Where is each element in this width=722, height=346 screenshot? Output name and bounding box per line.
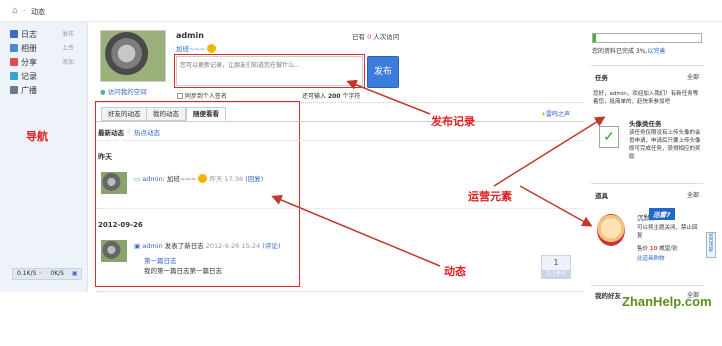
sidebar: 日志 发布相册 上传分享 添加记录广播 导航 0.1K/S ⚡ 0K/S ▣	[0, 22, 88, 292]
visit-space-link[interactable]: ● 访问我的空间	[100, 86, 147, 96]
back-to-top-tab[interactable]: 返回顶部	[706, 232, 716, 258]
sidebar-item-4[interactable]: 广播	[10, 85, 82, 97]
sidebar-item-label: 日志	[21, 30, 37, 39]
feed-avatar[interactable]	[101, 240, 127, 262]
feed-group-yesterday: 昨天	[98, 153, 112, 161]
tab-0[interactable]: 好友的动态	[101, 107, 148, 121]
sidebar-item-3[interactable]: 记录	[10, 71, 82, 83]
settings-icon[interactable]: ▣	[72, 270, 78, 277]
props-all-link[interactable]: 全部	[687, 190, 699, 199]
sidebar-item-action[interactable]: 发布	[62, 29, 74, 41]
share-icon	[10, 58, 18, 66]
progress-text: 您的资料已完成 3%,以完善	[592, 48, 666, 55]
task-intro: 您好，admin，欢迎加入我们！有新任务等着您，挺简单的，赶快来参加吧	[593, 91, 699, 105]
tab-2[interactable]: 随便看看	[186, 107, 226, 121]
char-counter: 还可输入 200 个字符	[302, 93, 361, 100]
top-bar: ⌂ › 动态	[0, 0, 722, 22]
task-name[interactable]: 头像类任务	[629, 118, 662, 128]
breadcrumb[interactable]: 动态	[31, 7, 45, 17]
task-section: 任务 全部 您好，admin，欢迎加入我们！有新任务等着您，挺简单的，赶快来参加…	[591, 65, 703, 180]
home-icon[interactable]: ⌂	[12, 6, 18, 16]
feed-user[interactable]: admin	[142, 175, 162, 183]
bolt-icon: ⚡	[38, 270, 43, 277]
reply-link[interactable]: (回复)	[245, 175, 263, 183]
blog-icon	[10, 30, 18, 38]
album-icon	[10, 44, 18, 52]
props-title: 道具	[595, 192, 608, 200]
smiley-icon	[207, 44, 217, 53]
task-title: 任务	[595, 74, 608, 82]
blog-title-link[interactable]: 第一篇日志	[144, 255, 177, 265]
comment-link[interactable]: (评论)	[262, 242, 280, 250]
smiley-icon	[198, 174, 208, 183]
avatar[interactable]	[100, 30, 166, 82]
subtab-latest[interactable]: 最新动态	[98, 127, 124, 137]
prop-badge: 迅雷7	[649, 208, 675, 220]
progress-bar	[592, 33, 702, 43]
sidebar-item-label: 广播	[21, 86, 37, 95]
feed-group-date: 2012-09-26	[98, 221, 143, 229]
chat-icon: ▭	[134, 175, 141, 183]
sidebar-item-label: 相册	[21, 44, 37, 53]
blog-icon: ▣	[134, 242, 141, 250]
feed-item-2: ▣ admin 发表了新日志 2012-9-26 15:24 (评论)	[134, 242, 281, 250]
nav-annotation: 导航	[26, 130, 48, 143]
feed-annotation: 动态	[444, 265, 466, 278]
prop-buy-link[interactable]: 此道具购物	[637, 254, 665, 262]
subtab-hot[interactable]: 热点动态	[134, 127, 160, 137]
task-check-icon: ✓	[599, 126, 619, 148]
task-desc: 该任务仅限没有上传头像的会员申请，申请后只要上传头像即可完成任务，获得相应的奖励	[629, 130, 701, 160]
publish-annotation: 发布记录	[431, 115, 475, 128]
upload-speed: 0.1K/S	[17, 270, 37, 277]
vote-box[interactable]: 1 马上参与	[541, 255, 571, 279]
broadcast-icon	[10, 86, 18, 94]
complete-profile-link[interactable]: 以完善	[647, 48, 665, 55]
sidebar-item-label: 分享	[21, 58, 37, 67]
speed-status: 0.1K/S ⚡ 0K/S ▣	[12, 268, 82, 280]
task-all-link[interactable]: 全部	[687, 72, 699, 81]
visit-counter: 已有 0 人次访问	[352, 33, 400, 41]
tab-1[interactable]: 我的动态	[146, 107, 186, 121]
prop-mask-icon	[597, 214, 625, 246]
feed-item-1: ▭ admin: 加班~~~ 昨天 17:36 (回复)	[134, 174, 264, 183]
prop-desc: 可以将主题关闭，禁止回复	[637, 225, 698, 239]
vote-label: 马上参与	[542, 270, 570, 278]
feed-user[interactable]: admin	[142, 242, 162, 250]
progress-fill	[593, 34, 597, 42]
sidebar-item-0[interactable]: 日志 发布	[10, 29, 82, 41]
home-icon: ●	[100, 88, 106, 96]
sync-signature[interactable]: 同步到个人签名	[177, 91, 227, 100]
sidebar-item-2[interactable]: 分享 添加	[10, 57, 82, 69]
feed-avatar[interactable]	[101, 172, 127, 194]
user-status: 加班~~~	[176, 43, 217, 53]
sidebar-item-action[interactable]: 上传	[62, 43, 74, 55]
ops-annotation: 运营元素	[468, 190, 512, 203]
prop-price: 售价 10 威望/张	[637, 246, 678, 252]
download-speed: 0K/S	[50, 270, 64, 277]
composer-highlight	[174, 54, 365, 88]
vote-count: 1	[553, 258, 559, 267]
publish-button[interactable]: 发布	[367, 56, 399, 88]
props-section: 道具 全部 沉默卡 迅雷7 可以将主题关闭，禁止回复 售价 10 威望/张 此道…	[591, 183, 703, 283]
blog-excerpt: 我的第一篇日志第一篇日志	[144, 267, 222, 275]
watermark: ZhanHelp.com	[622, 294, 712, 309]
sidebar-item-action[interactable]: 添加	[62, 57, 74, 69]
username[interactable]: admin	[176, 31, 204, 40]
wake-link[interactable]: ✦雷鸣之声	[541, 109, 570, 118]
friends-title: 我的好友	[595, 292, 621, 300]
sync-checkbox[interactable]	[177, 93, 183, 99]
sidebar-item-1[interactable]: 相册 上传	[10, 43, 82, 55]
sidebar-item-label: 记录	[21, 72, 37, 81]
record-icon	[10, 72, 18, 80]
